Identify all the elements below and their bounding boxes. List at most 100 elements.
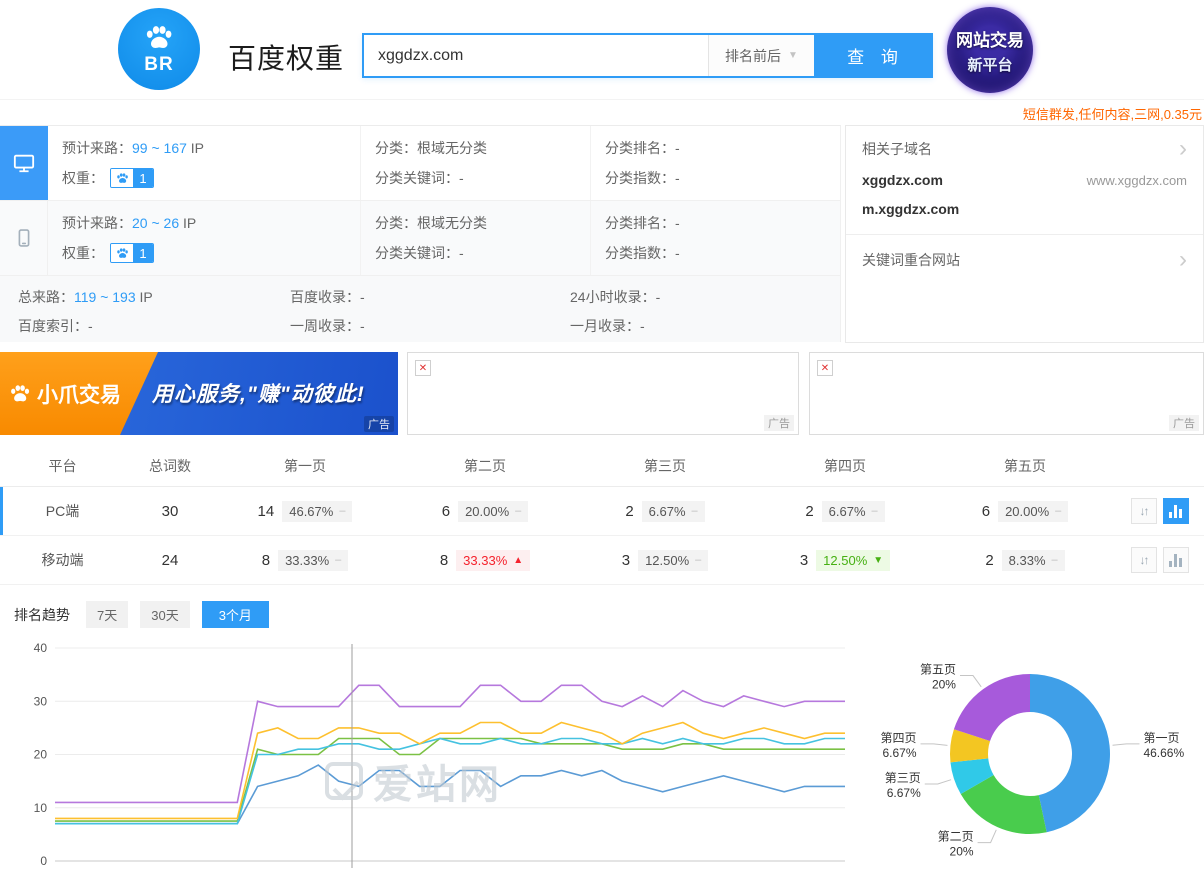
- pct-badge-up: 33.33%▲: [456, 550, 530, 571]
- pc-traffic-col: 预计来路：99 ~ 167 IP 权重： 1: [48, 126, 360, 200]
- svg-text:46.66%: 46.66%: [1143, 746, 1184, 760]
- pc-weight-value: 1: [133, 169, 153, 187]
- mobile-category: 分类：根域无分类: [375, 213, 590, 233]
- page5-cell: 28.33%–: [935, 550, 1115, 571]
- query-button[interactable]: 查 询: [814, 35, 931, 76]
- trend-label: 排名趋势: [14, 605, 70, 625]
- trend-flat-icon: –: [335, 554, 341, 566]
- mobile-weight-value: 1: [133, 244, 153, 262]
- svg-text:6.67%: 6.67%: [882, 746, 916, 760]
- keyword-rank-table: 平台 总词数 第一页 第二页 第三页 第四页 第五页 PC端 30 1446.6…: [0, 445, 1204, 585]
- sort-icon: ↓↑: [1140, 504, 1148, 518]
- page3-cell: 26.67%–: [575, 501, 755, 522]
- pc-tab-cell[interactable]: [0, 126, 48, 200]
- subdomains-title: 相关子域名: [862, 139, 932, 159]
- tab-30days[interactable]: 30天: [140, 601, 189, 628]
- table-row-pc: PC端 30 1446.67%– 620.00%– 26.67%– 26.67%…: [0, 487, 1204, 536]
- subdomain-www-link[interactable]: www.xggdzx.com: [1087, 173, 1187, 188]
- trend-header: 排名趋势 7天 30天 3个月: [14, 601, 269, 628]
- pct-badge: 12.50%–: [638, 550, 708, 571]
- page3-cell: 312.50%–: [575, 550, 755, 571]
- site-trade-badge[interactable]: 网站交易 新平台: [947, 7, 1033, 93]
- donut-slice: [1030, 674, 1110, 832]
- col-page1: 第一页: [215, 456, 395, 476]
- mobile-weight-line: 权重： 1: [62, 243, 360, 263]
- row-total-words: 24: [125, 552, 215, 569]
- tab-3months[interactable]: 3个月: [202, 601, 269, 628]
- chevron-down-icon: ▼: [788, 50, 798, 61]
- svg-text:40: 40: [34, 641, 48, 655]
- rank-position-select[interactable]: 排名前后 ▼: [708, 35, 814, 76]
- ad-placeholder-mid[interactable]: ✕ 广告: [407, 352, 799, 435]
- mobile-rank-col: 分类排名：- 分类指数：-: [590, 201, 840, 275]
- related-domains-panel: 相关子域名 › xggdzx.com www.xggdzx.com m.xggd…: [845, 125, 1204, 343]
- mobile-category-index: 分类指数：-: [605, 243, 840, 263]
- baidu-paw-icon: [111, 244, 133, 262]
- table-row-mobile: 移动端 24 833.33%– 833.33%▲ 312.50%– 312.50…: [0, 536, 1204, 585]
- page4-cell: 312.50%▼: [755, 550, 935, 571]
- row-total-words: 30: [125, 503, 215, 520]
- svg-text:第二页: 第二页: [938, 830, 974, 844]
- row-actions: ↓↑: [1115, 547, 1204, 573]
- rank-select-label: 排名前后: [725, 46, 781, 66]
- baidu-index: 百度索引：-: [18, 316, 290, 336]
- pct-badge: 20.00%–: [458, 501, 528, 522]
- sort-button[interactable]: ↓↑: [1131, 498, 1157, 524]
- phone-icon: [14, 228, 34, 248]
- trend-flat-icon: –: [339, 505, 345, 517]
- ad-tag: 广告: [1169, 415, 1199, 431]
- tab-7days[interactable]: 7天: [86, 601, 128, 628]
- col-page5: 第五页: [935, 456, 1115, 476]
- col-platform: 平台: [0, 456, 125, 476]
- subdomain-link[interactable]: xggdzx.com: [862, 172, 943, 188]
- pc-traffic-value: 99 ~ 167: [132, 140, 187, 156]
- col-page4: 第四页: [755, 456, 935, 476]
- subdomain-row: xggdzx.com www.xggdzx.com: [862, 172, 1187, 188]
- paw-icon: [8, 383, 32, 405]
- ad-banner-brand-area: 小爪交易: [0, 352, 158, 435]
- total-traffic: 总来路：119 ~ 193 IP: [18, 287, 290, 307]
- trend-up-icon: ▲: [513, 555, 523, 566]
- search-bar: 排名前后 ▼ 查 询: [362, 33, 933, 78]
- logo-br-text: BR: [144, 54, 173, 76]
- pc-weight-badge[interactable]: 1: [110, 168, 154, 188]
- mobile-weight-badge[interactable]: 1: [110, 243, 154, 263]
- chevron-right-icon[interactable]: ›: [1179, 139, 1187, 158]
- trend-down-icon: ▼: [873, 555, 883, 566]
- weight-stats-panel: 预计来路：99 ~ 167 IP 权重： 1 分类：根域无分类 分类关键词：-: [0, 125, 841, 342]
- chart-button-active[interactable]: [1163, 498, 1189, 524]
- row-actions: ↓↑: [1115, 498, 1204, 524]
- mobile-tab-cell[interactable]: [0, 201, 48, 275]
- sort-button[interactable]: ↓↑: [1131, 547, 1157, 573]
- ad-banner-xiaozhua[interactable]: 小爪交易 用心服务,"赚"动彼此! 广告: [0, 352, 398, 435]
- page4-cell: 26.67%–: [755, 501, 935, 522]
- keyword-overlap-header: 关键词重合网站 ›: [862, 250, 1187, 270]
- donut-slice: [954, 674, 1030, 741]
- page-title: 百度权重: [228, 37, 344, 77]
- page5-cell: 620.00%–: [935, 501, 1115, 522]
- domain-search-input[interactable]: [364, 35, 708, 76]
- ad-placeholder-right[interactable]: ✕ 广告: [809, 352, 1204, 435]
- page1-cell: 1446.67%–: [215, 501, 395, 522]
- subdomain-link[interactable]: m.xggdzx.com: [862, 201, 959, 217]
- svg-text:6.67%: 6.67%: [887, 786, 921, 800]
- mobile-traffic-line: 预计来路：20 ~ 26 IP: [62, 213, 360, 233]
- rank-trend-line-chart: 010203040: [0, 638, 855, 873]
- svg-text:第五页: 第五页: [920, 663, 956, 677]
- ad-slogan-text: 用心服务,"赚"动彼此!: [152, 378, 365, 408]
- subdomain-row: m.xggdzx.com: [862, 201, 1187, 217]
- row-platform: PC端: [0, 501, 125, 521]
- sms-promo-link[interactable]: 短信群发,任何内容,三网,0.35元: [1023, 104, 1202, 123]
- top-bar: BR 百度权重 排名前后 ▼ 查 询 网站交易 新平台: [0, 0, 1204, 100]
- mobile-traffic-col: 预计来路：20 ~ 26 IP 权重： 1: [48, 201, 360, 275]
- month-included: 一月收录：-: [570, 316, 840, 336]
- trend-flat-icon: –: [872, 505, 878, 517]
- br-logo[interactable]: BR: [118, 8, 200, 90]
- trend-flat-icon: –: [692, 505, 698, 517]
- pc-category: 分类：根域无分类: [375, 138, 590, 158]
- chevron-right-icon[interactable]: ›: [1179, 250, 1187, 269]
- ad-tag: 广告: [364, 416, 394, 432]
- chart-button[interactable]: [1163, 547, 1189, 573]
- svg-text:第四页: 第四页: [881, 731, 917, 745]
- pct-badge: 6.67%–: [822, 501, 885, 522]
